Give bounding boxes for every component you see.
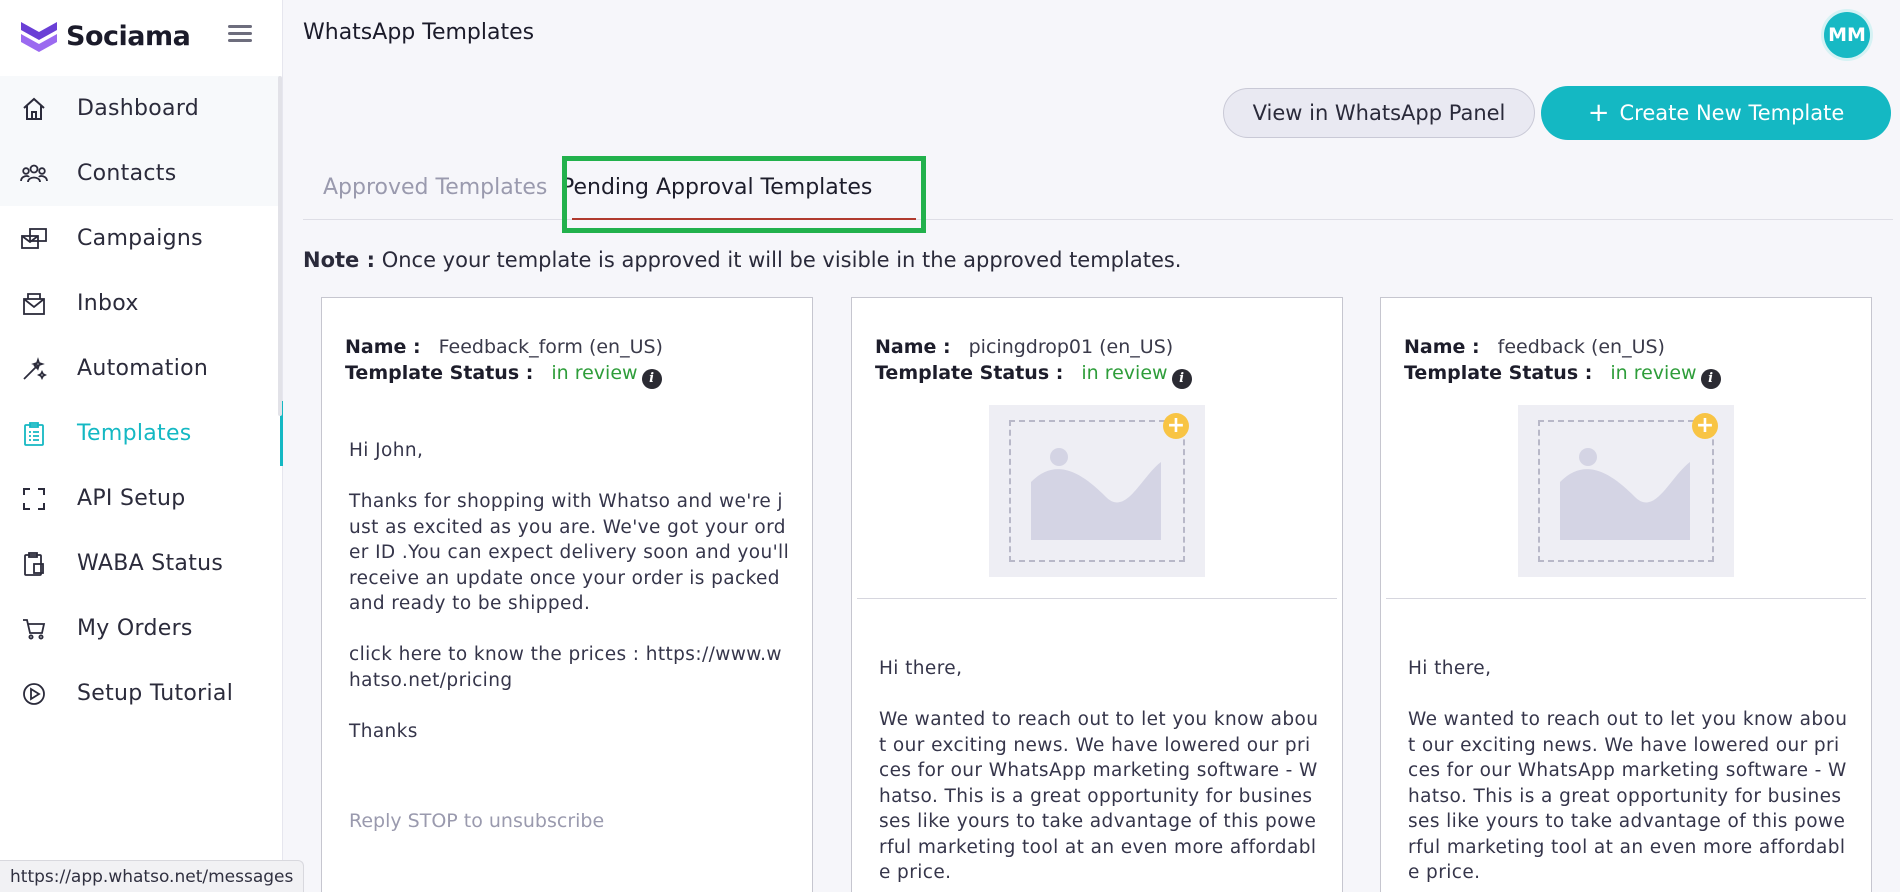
template-card[interactable]: Name : picingdrop01 (en_US) Template Stat… <box>851 297 1343 892</box>
sidebar-item-my-orders[interactable]: My Orders <box>0 596 280 661</box>
sidebar: Sociama Dashboard Contacts Campaigns Inb… <box>0 0 283 892</box>
plus-icon: + <box>1587 98 1610 128</box>
create-new-template-label: Create New Template <box>1619 101 1845 125</box>
templates-icon <box>20 420 48 448</box>
waba-icon <box>20 550 48 578</box>
image-placeholder: + <box>989 405 1205 577</box>
menu-toggle-icon[interactable] <box>228 22 252 46</box>
template-body: Hi there, We wanted to reach out to let … <box>879 658 1319 883</box>
note: Note : Once your template is approved it… <box>303 248 1181 272</box>
status-label: Template Status : <box>1404 362 1593 384</box>
info-icon[interactable]: i <box>1700 369 1721 389</box>
sidebar-item-label: API Setup <box>77 486 186 511</box>
template-footer: Reply STOP to unsubscribe <box>349 810 605 832</box>
sidebar-item-label: Automation <box>77 356 209 381</box>
template-meta: Name : Feedback_form (en_US) Template Sta… <box>345 334 663 389</box>
note-text: Once your template is approved it will b… <box>381 248 1182 272</box>
sidebar-item-label: Campaigns <box>77 226 203 251</box>
sidebar-item-setup-tutorial[interactable]: Setup Tutorial <box>0 661 280 726</box>
info-icon[interactable]: i <box>641 369 662 389</box>
add-media-icon[interactable]: + <box>1692 413 1718 439</box>
info-icon[interactable]: i <box>1171 369 1192 389</box>
template-name: picingdrop01 (en_US) <box>968 336 1174 358</box>
sidebar-scrollbar[interactable] <box>278 76 282 416</box>
brand-name: Sociama <box>66 20 191 52</box>
add-media-icon[interactable]: + <box>1163 413 1189 439</box>
sidebar-item-templates[interactable]: Templates <box>0 401 283 466</box>
image-icon <box>1560 448 1690 540</box>
play-icon <box>20 680 48 708</box>
home-icon <box>20 95 48 123</box>
sidebar-item-label: WABA Status <box>77 551 224 576</box>
brand[interactable]: Sociama <box>18 14 191 58</box>
sidebar-item-label: Contacts <box>77 161 177 186</box>
template-tabs: Approved Templates Pending Approval Temp… <box>303 154 1893 220</box>
inbox-icon <box>20 290 48 318</box>
template-name: feedback (en_US) <box>1497 336 1665 358</box>
page-title: WhatsApp Templates <box>303 20 535 45</box>
sidebar-item-automation[interactable]: Automation <box>0 336 280 401</box>
template-name: Feedback_form (en_US) <box>438 336 663 358</box>
template-body: Hi there, We wanted to reach out to let … <box>1408 658 1848 883</box>
divider <box>857 598 1337 599</box>
sidebar-item-label: Setup Tutorial <box>77 681 234 706</box>
highlight-box <box>562 156 926 233</box>
sociama-logo-icon <box>21 22 57 52</box>
sidebar-item-contacts[interactable]: Contacts <box>0 141 280 206</box>
sidebar-item-inbox[interactable]: Inbox <box>0 271 280 336</box>
image-icon <box>1031 448 1161 540</box>
view-in-whatsapp-panel-button[interactable]: View in WhatsApp Panel <box>1223 88 1535 138</box>
status-label: Template Status : <box>345 362 534 384</box>
template-card[interactable]: Name : feedback (en_US) Template Status :… <box>1380 297 1872 892</box>
template-status: in review <box>551 362 638 384</box>
avatar[interactable]: MM <box>1824 12 1870 58</box>
template-meta: Name : feedback (en_US) Template Status :… <box>1404 334 1721 389</box>
sidebar-item-label: My Orders <box>77 616 193 641</box>
sidebar-item-label: Dashboard <box>77 96 200 121</box>
template-status: in review <box>1610 362 1697 384</box>
sidebar-item-api-setup[interactable]: API Setup <box>0 466 280 531</box>
template-card[interactable]: Name : Feedback_form (en_US) Template Sta… <box>321 297 813 892</box>
sidebar-item-campaigns[interactable]: Campaigns <box>0 206 280 271</box>
campaigns-icon <box>20 225 48 253</box>
api-icon <box>20 485 48 513</box>
name-label: Name : <box>345 336 421 358</box>
status-bar-url: https://app.whatso.net/messages <box>0 860 305 892</box>
sidebar-item-dashboard[interactable]: Dashboard <box>0 76 280 141</box>
contacts-icon <box>20 160 48 188</box>
note-label: Note : <box>303 248 375 272</box>
sidebar-item-label: Inbox <box>77 291 139 316</box>
status-label: Template Status : <box>875 362 1064 384</box>
divider <box>1386 598 1866 599</box>
template-body: Hi John, Thanks for shopping with Whatso… <box>349 440 790 742</box>
name-label: Name : <box>875 336 951 358</box>
automation-icon <box>20 355 48 383</box>
template-meta: Name : picingdrop01 (en_US) Template Stat… <box>875 334 1192 389</box>
tab-approved-templates[interactable]: Approved Templates <box>323 154 547 220</box>
create-new-template-button[interactable]: + Create New Template <box>1541 86 1891 140</box>
template-status: in review <box>1081 362 1168 384</box>
image-placeholder-frame <box>1009 420 1185 562</box>
image-placeholder-frame <box>1538 420 1714 562</box>
name-label: Name : <box>1404 336 1480 358</box>
image-placeholder: + <box>1518 405 1734 577</box>
cart-icon <box>20 615 48 643</box>
sidebar-nav: Dashboard Contacts Campaigns Inbox Autom… <box>0 76 283 726</box>
sidebar-item-waba-status[interactable]: WABA Status <box>0 531 280 596</box>
sidebar-item-label: Templates <box>77 421 192 446</box>
